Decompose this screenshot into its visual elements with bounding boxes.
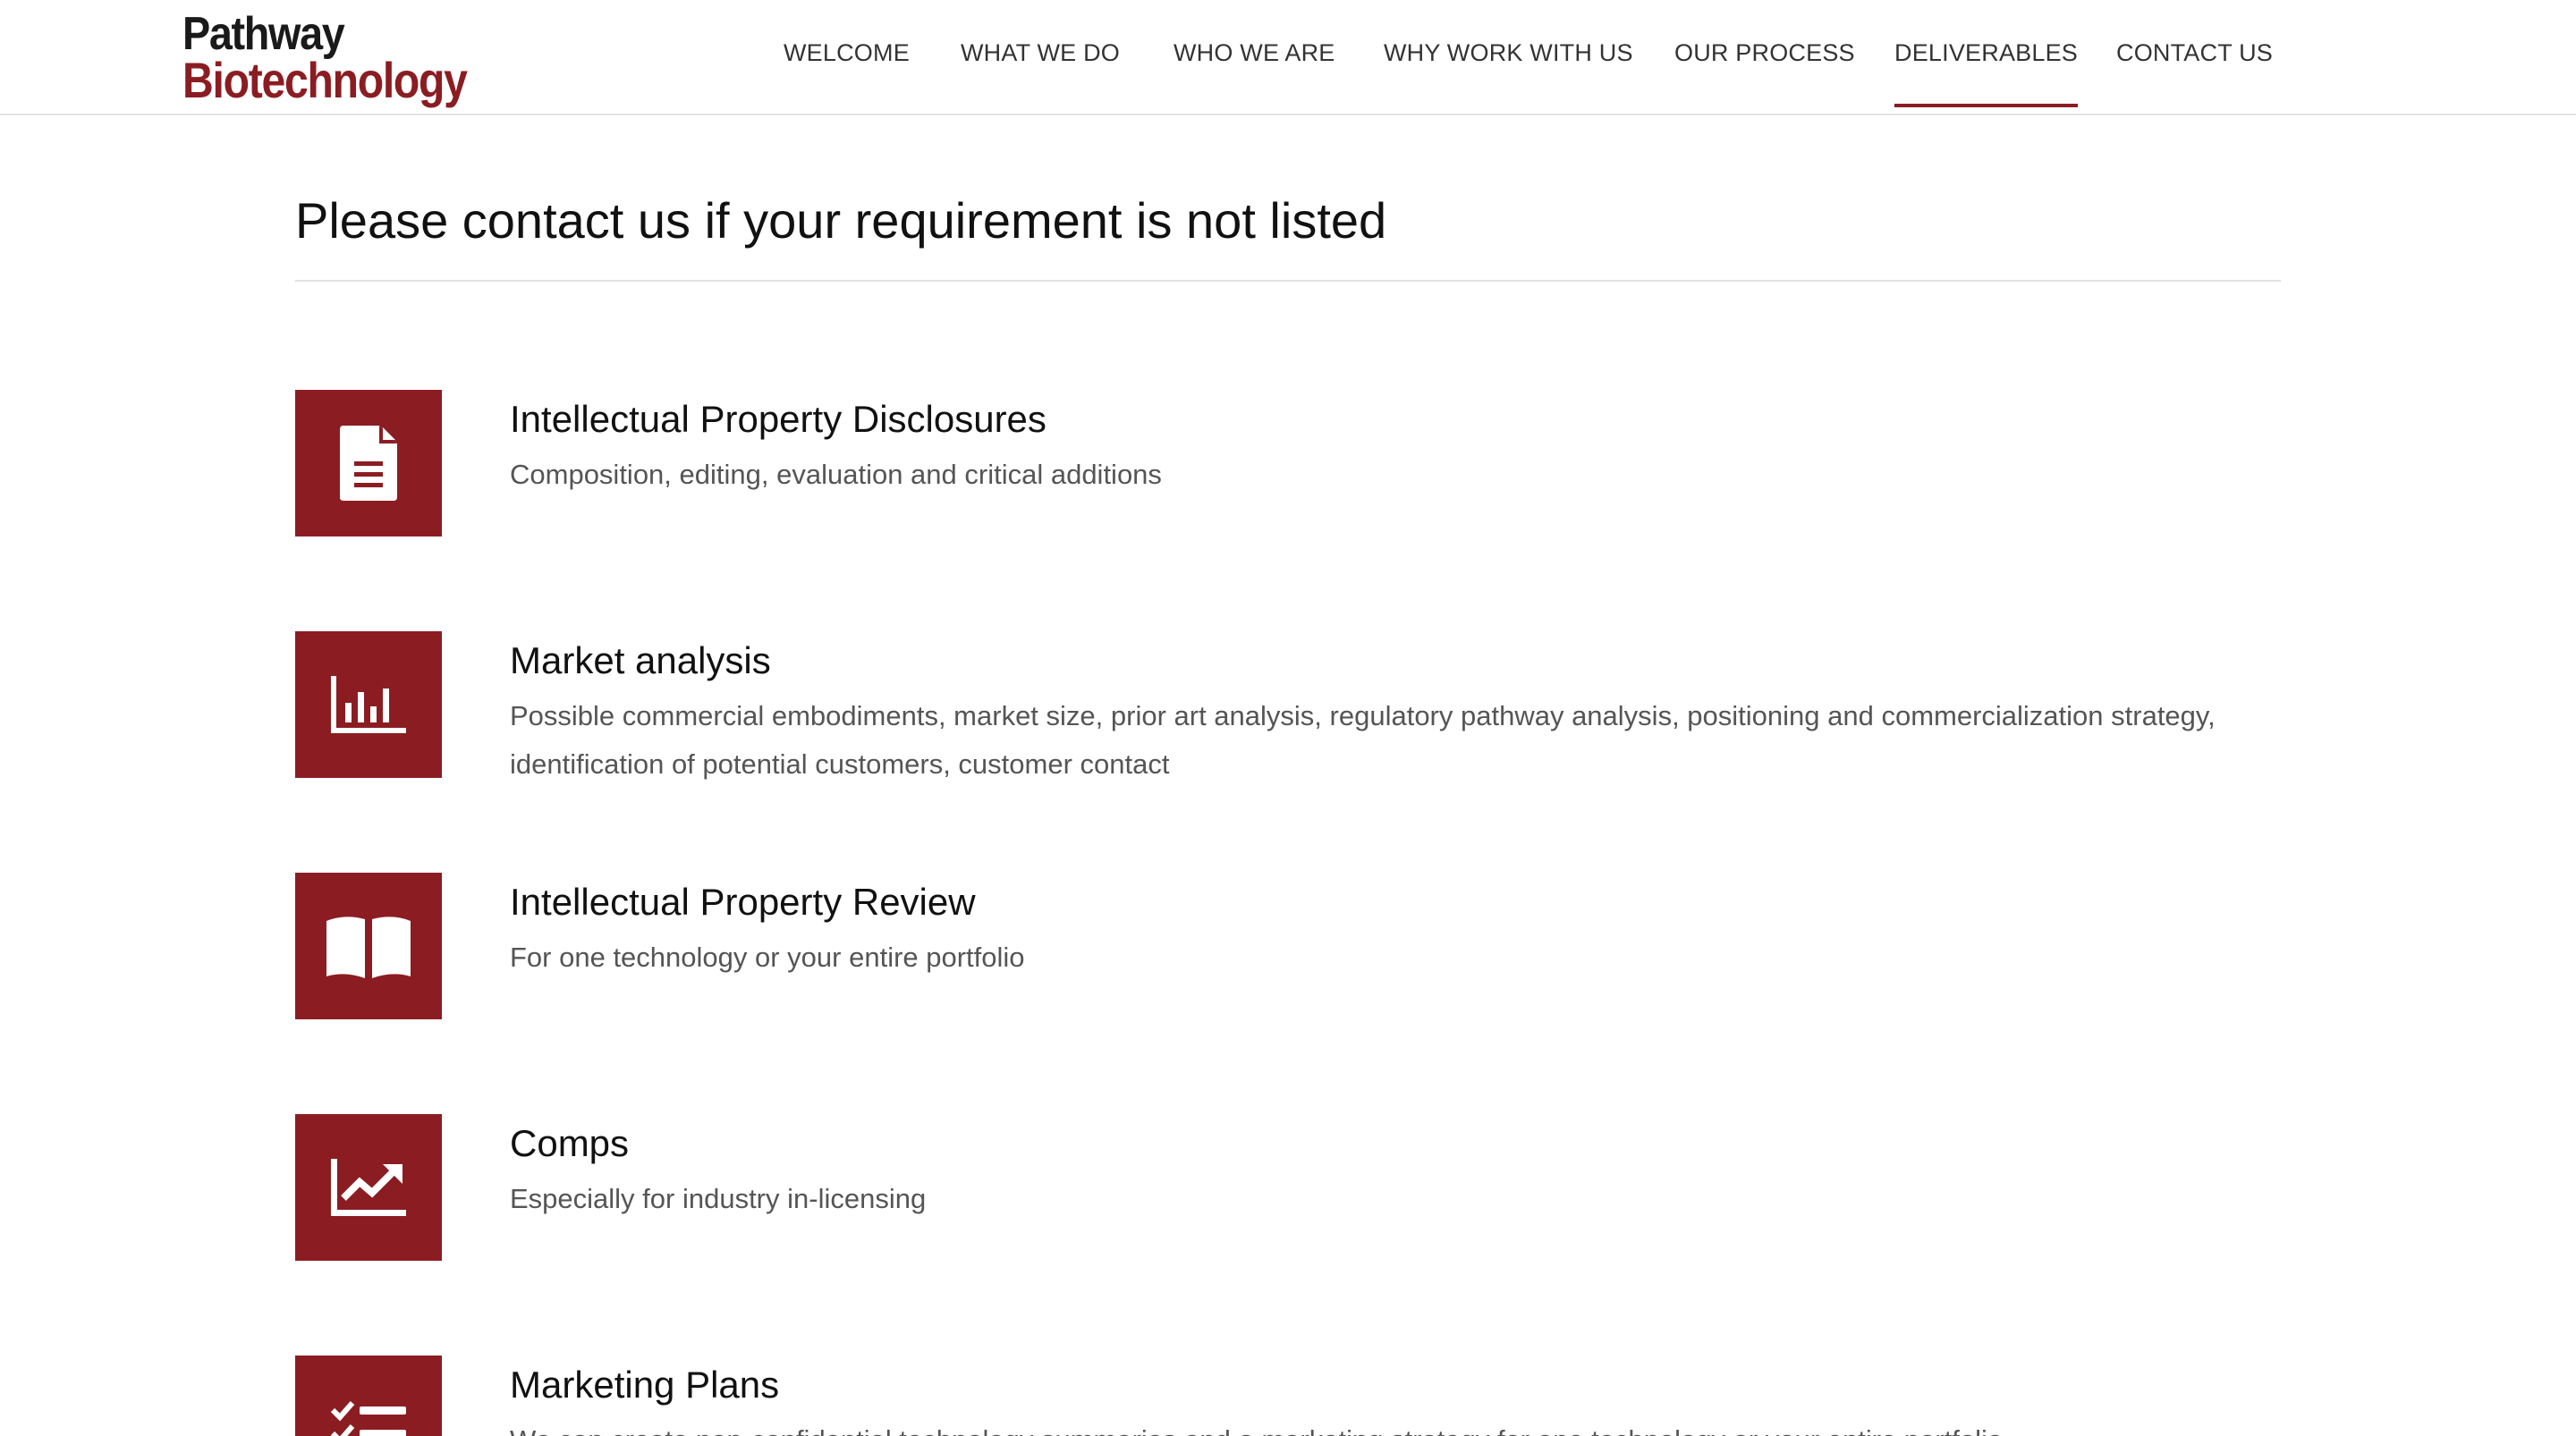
deliverable-description: For one technology or your entire portfo… [510,942,1025,974]
deliverable-description: Possible commercial embodiments, market … [510,700,2216,781]
nav-item-deliverables[interactable]: DELIVERABLES [1894,39,2078,107]
checklist-icon [295,1356,442,1436]
nav-item-welcome[interactable]: WELCOME [784,39,910,107]
deliverable-text: Intellectual Property Disclosures Compos… [510,397,2290,499]
nav-item-who-we-are[interactable]: WHO WE ARE [1174,39,1335,107]
heading-divider [295,280,2281,282]
nav-item-our-process[interactable]: OUR PROCESS [1674,39,1855,107]
deliverable-title: Comps [510,1122,630,1164]
open-book-icon [295,873,442,1019]
deliverable-title: Market analysis [510,639,771,681]
page: Pathway Biotechnology WELCOME WHAT WE DO… [0,0,2576,1436]
nav-item-why-work-with-us[interactable]: WHY WORK WITH US [1384,39,1633,107]
bar-chart-icon [295,631,442,778]
trending-chart-icon [295,1114,442,1261]
nav-item-what-we-do[interactable]: WHAT WE DO [961,39,1120,107]
nav-item-contact-us[interactable]: CONTACT US [2116,39,2273,107]
deliverable-title: Intellectual Property Review [510,881,976,923]
page-heading: Please contact us if your requirement is… [295,192,1387,249]
deliverable-text: Market analysis Possible commercial embo… [510,638,2290,789]
deliverable-description: Especially for industry in-licensing [510,1183,927,1215]
main-nav: WELCOME WHAT WE DO WHO WE ARE WHY WORK W… [0,0,2576,115]
deliverable-title: Marketing Plans [510,1364,780,1406]
deliverable-title: Intellectual Property Disclosures [510,398,1046,440]
deliverable-description: We can create non-confidential technolog… [510,1416,2290,1436]
deliverable-text: Marketing Plans We can create non-confid… [510,1363,2290,1436]
document-icon [295,390,442,536]
site-header: Pathway Biotechnology WELCOME WHAT WE DO… [0,0,2576,115]
deliverable-text: Comps Especially for industry in-licensi… [510,1121,2290,1223]
deliverable-description: Composition, editing, evaluation and cri… [510,459,1162,491]
deliverable-text: Intellectual Property Review For one tec… [510,880,2290,982]
